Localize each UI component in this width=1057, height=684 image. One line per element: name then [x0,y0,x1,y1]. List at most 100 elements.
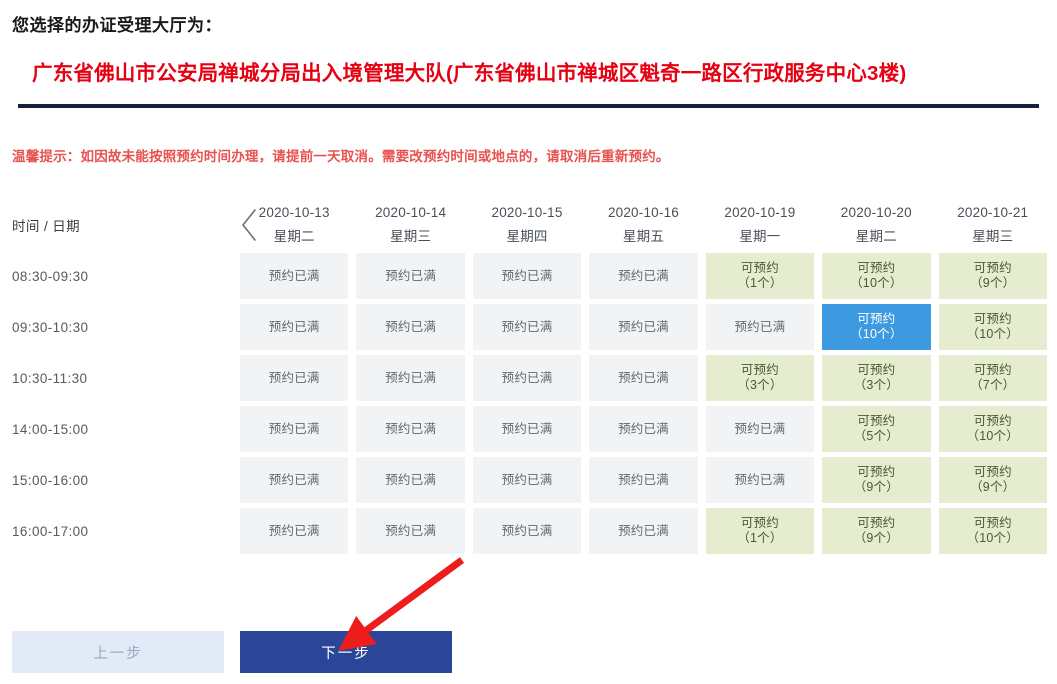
slot-count-label: （7个） [970,378,1016,393]
slot-cell-full: 预约已满 [240,304,349,351]
slot-status-label: 可预约 [973,465,1012,480]
slot-status-label: 可预约 [857,516,896,531]
slot-status-label: 可预约 [973,261,1012,276]
slot-count-label: （1个） [737,276,783,291]
slot-cell-full: 预约已满 [356,406,465,453]
slot-status-label: 预约已满 [501,370,553,385]
slot-status-label: 可预约 [973,312,1012,327]
slot-cell-full: 预约已满 [356,355,465,402]
slot-status-label: 可预约 [740,261,779,276]
schedule-date-header: 2020-10-15 星期四 [473,199,581,251]
slot-cell-full: 预约已满 [240,508,349,555]
header-divider [18,104,1039,109]
slot-cell-available[interactable]: 可预约 （3个） [705,355,815,402]
schedule-date: 2020-10-19 [724,205,796,221]
slot-cell-selected[interactable]: 可预约 （10个） [822,304,931,351]
slot-status-label: 预约已满 [385,370,437,385]
slot-cell-full: 预约已满 [356,304,465,351]
slot-status-label: 预约已满 [618,370,669,385]
slot-status-label: 可预约 [740,363,779,378]
selected-hall-name: 广东省佛山市公安局禅城分局出入境管理大队(广东省佛山市禅城区魁奇一路区行政服务中… [32,62,907,86]
slot-cell-available[interactable]: 可预约 （9个） [938,253,1047,300]
schedule-header-cells: 2020-10-13 星期二 2020-10-14 星期三 2020-10-15 星期四 2… [240,199,1057,251]
slot-status-label: 可预约 [973,516,1012,531]
schedule-row-cells: 预约已满 预约已满 预约已满 预约已满 可预约 （1个） 可预约 （10个） 可预约 （9个） [240,251,1057,302]
page-header: 您选择的办证受理大厅为： 广东省佛山市公安局禅城分局出入境管理大队(广东省佛山市… [0,0,1057,109]
slot-count-label: （10个） [966,531,1019,546]
schedule-date-header: 2020-10-16 星期五 [589,199,697,251]
slot-status-label: 预约已满 [501,523,553,538]
slot-cell-available[interactable]: 可预约 （9个） [938,457,1047,504]
slot-status-label: 预约已满 [268,472,320,487]
slot-cell-full: 预约已满 [589,406,698,453]
slot-status-label: 可预约 [857,465,896,480]
next-step-button[interactable]: 下一步 [240,631,452,673]
slot-count-label: （10个） [850,327,903,342]
slot-cell-full: 预约已满 [472,304,582,351]
slot-cell-available[interactable]: 可预约 （10个） [822,253,931,300]
slot-count-label: （10个） [966,429,1019,444]
slot-cell-full: 预约已满 [589,508,698,555]
slot-cell-full: 预约已满 [240,406,349,453]
slot-cell-available[interactable]: 可预约 （7个） [938,355,1047,402]
schedule-date-header: 2020-10-19 星期一 [706,199,814,251]
slot-status-label: 可预约 [740,516,779,531]
warning-tip: 温馨提示：如因故未能按照预约时间办理，请提前一天取消。需要改预约时间或地点的，请… [12,149,670,165]
prev-step-button[interactable]: 上一步 [12,631,224,673]
chevron-left-icon[interactable] [235,203,263,247]
slot-cell-available[interactable]: 可预约 （10个） [938,406,1047,453]
schedule-row: 09:30-10:30 预约已满 预约已满 预约已满 预约已满 预约已满 可预约 （10个）可… [0,302,1057,353]
slot-status-label: 预约已满 [501,268,553,283]
schedule-weekday: 星期四 [506,229,548,245]
schedule-body: 08:30-09:30 预约已满 预约已满 预约已满 预约已满 可预约 （1个） 可预约 （10… [0,251,1057,557]
schedule-date: 2020-10-21 [957,205,1029,221]
slot-status-label: 预约已满 [501,472,553,487]
slot-cell-available[interactable]: 可预约 （1个） [705,508,815,555]
slot-cell-full: 预约已满 [472,355,582,402]
slot-cell-full: 预约已满 [705,457,815,504]
slot-status-label: 预约已满 [268,268,320,283]
slot-cell-full: 预约已满 [589,457,698,504]
slot-cell-full: 预约已满 [240,355,349,402]
time-slot-label: 10:30-11:30 [12,371,88,387]
slot-status-label: 预约已满 [618,472,669,487]
slot-cell-full: 预约已满 [472,253,582,300]
slot-status-label: 预约已满 [268,523,320,538]
schedule-weekday: 星期一 [739,229,781,245]
schedule-date: 2020-10-13 [258,205,330,221]
slot-cell-available[interactable]: 可预约 （10个） [938,304,1047,351]
slot-cell-available[interactable]: 可预约 （1个） [705,253,815,300]
slot-status-label: 预约已满 [268,421,320,436]
time-slot-label: 09:30-10:30 [12,320,89,336]
time-slot-label: 16:00-17:00 [12,524,89,540]
slot-cell-full: 预约已满 [472,457,582,504]
slot-status-label: 预约已满 [618,523,669,538]
slot-status-label: 预约已满 [385,319,437,334]
slot-status-label: 可预约 [857,414,896,429]
schedule-date: 2020-10-14 [375,205,447,221]
slot-status-label: 预约已满 [618,319,669,334]
time-slot-label: 15:00-16:00 [12,473,89,489]
slot-cell-full: 预约已满 [356,508,465,555]
slot-status-label: 预约已满 [385,268,437,283]
slot-cell-full: 预约已满 [356,457,465,504]
schedule-date: 2020-10-16 [607,205,679,221]
schedule-row-cells: 预约已满 预约已满 预约已满 预约已满 预约已满 可预约 （9个） 可预约 （9个） [240,455,1057,506]
slot-cell-available[interactable]: 可预约 （9个） [822,457,931,504]
slot-cell-available[interactable]: 可预约 （10个） [938,508,1047,555]
footer-actions: 上一步 下一步 [0,631,1057,679]
appointment-schedule-table: 时间 / 日期 2020-10-13 星期二 2020-10-14 星期三 2020-1… [0,199,1057,557]
slot-count-label: （3个） [853,378,899,393]
slot-status-label: 预约已满 [268,319,320,334]
schedule-weekday: 星期五 [622,229,665,245]
slot-cell-full: 预约已满 [240,253,349,300]
schedule-row: 08:30-09:30 预约已满 预约已满 预约已满 预约已满 可预约 （1个） 可预约 （10… [0,251,1057,302]
slot-status-label: 预约已满 [501,319,553,334]
slot-cell-available[interactable]: 可预约 （9个） [822,508,931,555]
slot-cell-full: 预约已满 [705,406,815,453]
slot-cell-available[interactable]: 可预约 （5个） [822,406,931,453]
slot-cell-available[interactable]: 可预约 （3个） [822,355,931,402]
annotation-arrow [338,557,465,651]
schedule-corner-label: 时间 / 日期 [12,219,81,235]
slot-status-label: 预约已满 [734,319,786,334]
